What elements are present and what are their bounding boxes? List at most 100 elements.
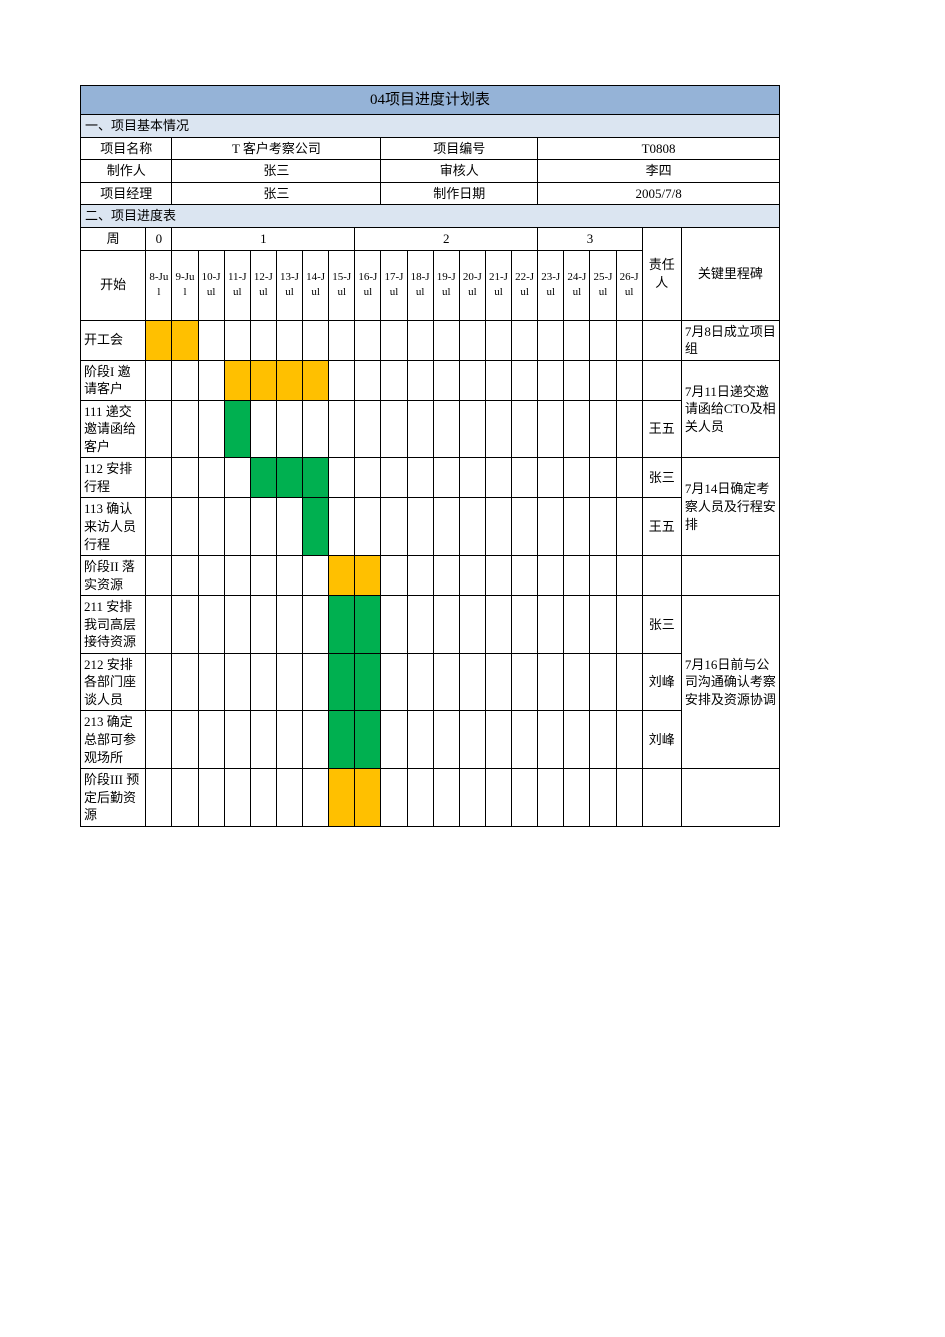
gantt-cell xyxy=(590,498,616,556)
day-11: 19-Jul xyxy=(433,250,459,320)
owner-cell: 张三 xyxy=(642,458,681,498)
gantt-cell xyxy=(512,458,538,498)
gantt-cell xyxy=(250,769,276,827)
gantt-cell xyxy=(407,556,433,596)
gantt-cell xyxy=(616,320,642,360)
gantt-cell xyxy=(355,653,381,711)
gantt-cell xyxy=(329,458,355,498)
owner-cell: 刘峰 xyxy=(642,711,681,769)
gantt-cell xyxy=(381,711,407,769)
day-9: 17-Jul xyxy=(381,250,407,320)
week-2: 2 xyxy=(355,227,538,250)
owner-cell xyxy=(642,769,681,827)
gantt-cell xyxy=(276,498,302,556)
gantt-cell xyxy=(355,400,381,458)
task-name: 阶段I 邀请客户 xyxy=(81,360,146,400)
gantt-cell xyxy=(303,360,329,400)
day-3: 11-Jul xyxy=(224,250,250,320)
project-schedule-table: 04项目进度计划表 一、项目基本情况 项目名称 T 客户考察公司 项目编号 T0… xyxy=(80,85,780,827)
gantt-cell xyxy=(355,458,381,498)
gantt-cell xyxy=(172,400,198,458)
gantt-cell xyxy=(590,400,616,458)
section1-row: 一、项目基本情况 xyxy=(81,115,780,138)
gantt-cell xyxy=(146,360,172,400)
gantt-row: 开工会7月8日成立项目组 xyxy=(81,320,780,360)
gantt-cell xyxy=(590,596,616,654)
gantt-cell xyxy=(459,360,485,400)
gantt-cell xyxy=(407,320,433,360)
gantt-cell xyxy=(355,711,381,769)
gantt-cell xyxy=(276,653,302,711)
gantt-row: 113 确认来访人员行程王五 xyxy=(81,498,780,556)
milestone-cell: 7月8日成立项目组 xyxy=(681,320,779,360)
reviewer-label: 审核人 xyxy=(381,160,538,183)
gantt-cell xyxy=(538,769,564,827)
task-name: 113 确认来访人员行程 xyxy=(81,498,146,556)
milestone-cell: 7月11日递交邀请函给CTO及相关人员 xyxy=(681,360,779,458)
task-name: 212 安排各部门座谈人员 xyxy=(81,653,146,711)
milestone-cell xyxy=(681,556,779,596)
gantt-cell xyxy=(224,596,250,654)
gantt-row: 212 安排各部门座谈人员刘峰 xyxy=(81,653,780,711)
gantt-cell xyxy=(407,400,433,458)
gantt-cell xyxy=(355,556,381,596)
gantt-cell xyxy=(224,400,250,458)
gantt-row: 213 确定总部可参观场所 刘峰 xyxy=(81,711,780,769)
week-3: 3 xyxy=(538,227,643,250)
gantt-cell xyxy=(433,596,459,654)
gantt-cell xyxy=(146,556,172,596)
gantt-cell xyxy=(224,498,250,556)
day-15: 23-Jul xyxy=(538,250,564,320)
gantt-cell xyxy=(459,498,485,556)
start-label: 开始 xyxy=(81,250,146,320)
task-name: 213 确定总部可参观场所 xyxy=(81,711,146,769)
day-8: 16-Jul xyxy=(355,250,381,320)
day-12: 20-Jul xyxy=(459,250,485,320)
gantt-row: 阶段III 预定后勤资源 xyxy=(81,769,780,827)
gantt-cell xyxy=(198,360,224,400)
info-row-3: 项目经理 张三 制作日期 2005/7/8 xyxy=(81,182,780,205)
gantt-cell xyxy=(433,556,459,596)
gantt-cell xyxy=(172,458,198,498)
section1-label: 一、项目基本情况 xyxy=(81,115,780,138)
gantt-cell xyxy=(198,458,224,498)
gantt-cell xyxy=(146,711,172,769)
gantt-cell xyxy=(564,596,590,654)
proj-code-label: 项目编号 xyxy=(381,137,538,160)
gantt-cell xyxy=(590,458,616,498)
gantt-cell xyxy=(459,458,485,498)
day-4: 12-Jul xyxy=(250,250,276,320)
gantt-cell xyxy=(407,653,433,711)
gantt-cell xyxy=(485,653,511,711)
gantt-cell xyxy=(616,360,642,400)
gantt-cell xyxy=(172,711,198,769)
gantt-cell xyxy=(172,653,198,711)
gantt-cell xyxy=(250,711,276,769)
gantt-cell xyxy=(381,498,407,556)
gantt-cell xyxy=(198,596,224,654)
gantt-cell xyxy=(146,498,172,556)
day-14: 22-Jul xyxy=(512,250,538,320)
gantt-row: 112 安排行程张三7月14日确定考察人员及行程安排 xyxy=(81,458,780,498)
owner-cell xyxy=(642,360,681,400)
gantt-cell xyxy=(616,556,642,596)
gantt-cell xyxy=(564,458,590,498)
gantt-cell xyxy=(172,556,198,596)
gantt-cell xyxy=(433,769,459,827)
gantt-cell xyxy=(303,653,329,711)
gantt-cell xyxy=(276,320,302,360)
gantt-cell xyxy=(564,320,590,360)
gantt-cell xyxy=(329,596,355,654)
gantt-cell xyxy=(224,711,250,769)
gantt-cell xyxy=(146,653,172,711)
gantt-cell xyxy=(538,596,564,654)
gantt-cell xyxy=(250,556,276,596)
gantt-cell xyxy=(250,498,276,556)
day-16: 24-Jul xyxy=(564,250,590,320)
gantt-cell xyxy=(250,596,276,654)
date-value: 2005/7/8 xyxy=(538,182,780,205)
gantt-cell xyxy=(172,320,198,360)
gantt-cell xyxy=(512,769,538,827)
gantt-row: 211 安排我司高层接待资源张三7月16日前与公司沟通确认考察安排及资源协调 xyxy=(81,596,780,654)
gantt-cell xyxy=(590,320,616,360)
